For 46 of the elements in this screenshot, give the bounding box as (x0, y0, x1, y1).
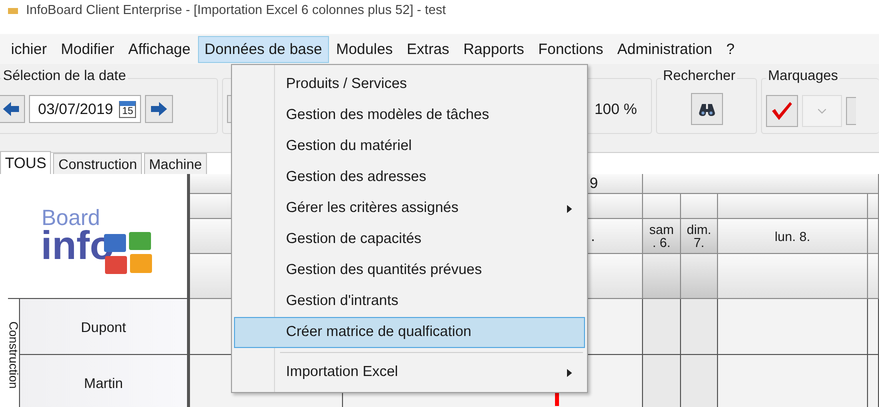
menu-item[interactable]: Données de base (198, 36, 330, 62)
menu-item[interactable]: Produits / Services (234, 69, 585, 100)
menu-item[interactable]: Affichage (121, 36, 198, 62)
menu-item[interactable]: ? (719, 36, 742, 62)
day-header: lun. 8. (718, 219, 868, 254)
group-title: Marquages (766, 67, 840, 83)
checkmark-icon (771, 101, 793, 121)
day-header: dim. 7. (681, 219, 718, 254)
calendar-button[interactable]: 15 (119, 100, 136, 118)
tab[interactable]: TOUS (0, 151, 52, 174)
left-arrow-icon (3, 102, 19, 116)
previous-button[interactable] (0, 95, 25, 123)
triangle-right-icon (567, 205, 572, 213)
binoculars-button[interactable] (690, 93, 722, 125)
window-title: InfoBoard Client Enterprise - [Importation Excel 6 colonnes plus 52] - test (26, 2, 446, 17)
menu-item[interactable]: Créer matrice de qualfication (234, 317, 585, 348)
menu-item[interactable]: ichier (4, 36, 54, 62)
zoom-level: 100 % (594, 101, 637, 118)
right-arrow-icon (151, 102, 168, 116)
menu-item[interactable]: Gestion des modèles de tâches (234, 100, 585, 131)
menu-item[interactable]: Administration (610, 36, 720, 62)
chevron-down-icon (818, 108, 826, 114)
tab[interactable]: Machine (144, 153, 207, 174)
menu-item[interactable]: Importation Excel (234, 357, 585, 388)
menu-item[interactable]: Gestion du matériel (234, 131, 585, 162)
logo-text: Board (41, 208, 100, 228)
app-icon (8, 8, 18, 14)
resource-name: Dupont (20, 299, 190, 355)
menu-item[interactable]: Modules (329, 36, 400, 62)
menu-item[interactable]: Gestion des quantités prévues (234, 255, 585, 286)
menu-item[interactable]: Gestion d'intrants (234, 286, 585, 317)
check-button[interactable] (766, 95, 798, 127)
resource-name: Martin (20, 355, 190, 407)
group-title: Sélection de la date (1, 67, 128, 83)
tab[interactable]: Construction (53, 153, 142, 174)
menu-item[interactable]: Modifier (54, 36, 122, 62)
menu-item[interactable]: Fonctions (531, 36, 610, 62)
triangle-right-icon (567, 369, 572, 377)
menu-item[interactable]: Rapports (456, 36, 532, 62)
group-title: Rechercher (661, 67, 738, 83)
menu-item[interactable]: Extras (400, 36, 456, 62)
day-header: sam . 6. (643, 219, 681, 254)
date-field[interactable]: 03/07/2019 15 (29, 95, 142, 123)
binoculars-icon (698, 101, 716, 117)
next-button[interactable] (145, 95, 174, 123)
group-label: Construction (8, 299, 20, 407)
